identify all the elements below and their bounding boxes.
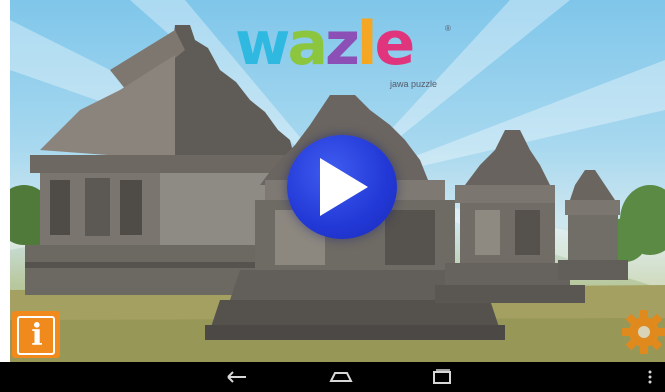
system-nav-bar bbox=[0, 362, 665, 392]
logo-letter: a bbox=[287, 9, 327, 79]
logo-wordmark: wazle bbox=[235, 4, 415, 84]
logo-letter: z bbox=[324, 9, 360, 79]
home-icon bbox=[329, 372, 353, 382]
nav-back-button[interactable] bbox=[214, 367, 258, 387]
logo-letter: l bbox=[356, 9, 378, 79]
logo-letter: e bbox=[374, 9, 415, 79]
info-glyph: i bbox=[31, 318, 43, 353]
logo-letter: w bbox=[235, 9, 290, 79]
registered-mark: ® bbox=[445, 24, 451, 33]
recent-apps-icon bbox=[433, 369, 451, 384]
game-logo: wazle ® jawa puzzle bbox=[235, 4, 465, 96]
gear-icon bbox=[622, 310, 665, 354]
settings-button[interactable] bbox=[620, 308, 665, 356]
play-icon bbox=[320, 158, 368, 216]
logo-subtitle: jawa puzzle bbox=[390, 79, 438, 89]
nav-overflow-menu-button[interactable] bbox=[640, 367, 660, 387]
overflow-menu-icon bbox=[648, 370, 652, 384]
nav-home-button[interactable] bbox=[319, 367, 363, 387]
back-icon bbox=[227, 371, 246, 383]
info-button[interactable]: i bbox=[12, 311, 60, 358]
info-icon: i bbox=[17, 316, 55, 355]
far-right-temple bbox=[558, 170, 628, 280]
nav-recent-apps-button[interactable] bbox=[420, 367, 464, 387]
app-screen: wazle ® jawa puzzle i bbox=[0, 0, 665, 392]
play-button[interactable] bbox=[287, 135, 397, 239]
